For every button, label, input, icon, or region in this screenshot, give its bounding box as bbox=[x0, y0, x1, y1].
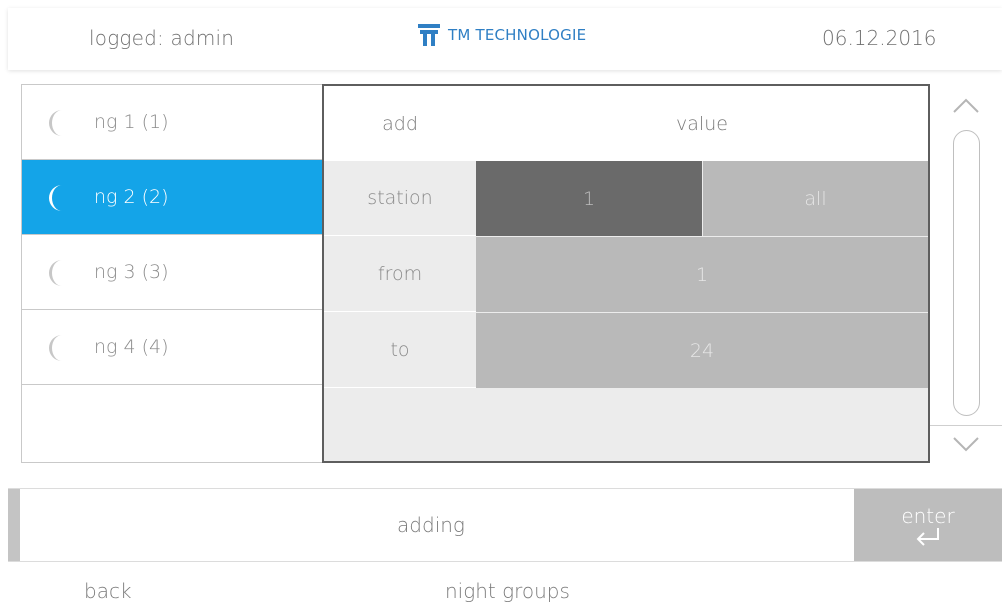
screen-title: night groups bbox=[445, 579, 570, 603]
chevron-up-icon[interactable] bbox=[948, 94, 984, 118]
night-group-list: ng 1 (1) ng 2 (2) ng 3 (3) ng 4 (4) bbox=[21, 84, 323, 463]
moon-icon bbox=[49, 110, 62, 136]
enter-arrow-icon bbox=[916, 528, 939, 546]
list-item-ng-4[interactable]: ng 4 (4) bbox=[22, 310, 323, 385]
list-item-ng-3[interactable]: ng 3 (3) bbox=[22, 235, 323, 310]
action-bar: adding enter bbox=[8, 488, 1002, 562]
adding-panel: add value station 1 all from 1 to 24 bbox=[322, 84, 930, 463]
moon-icon bbox=[49, 185, 62, 211]
list-item-label: ng 2 (2) bbox=[94, 186, 169, 208]
from-label: from bbox=[324, 237, 476, 312]
moon-icon bbox=[49, 335, 62, 361]
list-item-label: ng 1 (1) bbox=[94, 111, 169, 133]
enter-button-label: enter bbox=[901, 504, 955, 528]
from-value-field[interactable]: 1 bbox=[476, 237, 928, 312]
action-title: adding bbox=[397, 513, 465, 537]
date-label: 06.12.2016 bbox=[822, 26, 937, 50]
list-item-ng-2[interactable]: ng 2 (2) bbox=[22, 160, 323, 235]
chevron-down-icon[interactable] bbox=[948, 432, 984, 456]
brand-name: TM TECHNOLOGIE bbox=[448, 26, 587, 44]
to-label: to bbox=[324, 313, 476, 388]
moon-icon bbox=[49, 260, 62, 286]
to-value-field[interactable]: 24 bbox=[476, 313, 928, 388]
tm-logo-icon bbox=[418, 24, 440, 46]
enter-button[interactable]: enter bbox=[854, 489, 1002, 561]
station-option-one[interactable]: 1 bbox=[476, 161, 702, 236]
list-item-label: ng 3 (3) bbox=[94, 261, 169, 283]
list-item-ng-1[interactable]: ng 1 (1) bbox=[22, 85, 323, 160]
brand-logo: TM TECHNOLOGIE bbox=[418, 24, 586, 46]
scroll-divider bbox=[930, 425, 1002, 426]
header-bar: logged: admin TM TECHNOLOGIE 06.12.2016 bbox=[8, 8, 1002, 70]
station-option-all[interactable]: all bbox=[703, 161, 928, 236]
column-header-add: add bbox=[382, 112, 418, 135]
column-header-value: value bbox=[676, 112, 728, 135]
list-item-label: ng 4 (4) bbox=[94, 336, 169, 358]
scrollbar-track[interactable] bbox=[953, 130, 980, 416]
station-label: station bbox=[324, 161, 476, 236]
back-button[interactable]: back bbox=[84, 579, 132, 603]
logged-user-label: logged: admin bbox=[89, 26, 235, 50]
